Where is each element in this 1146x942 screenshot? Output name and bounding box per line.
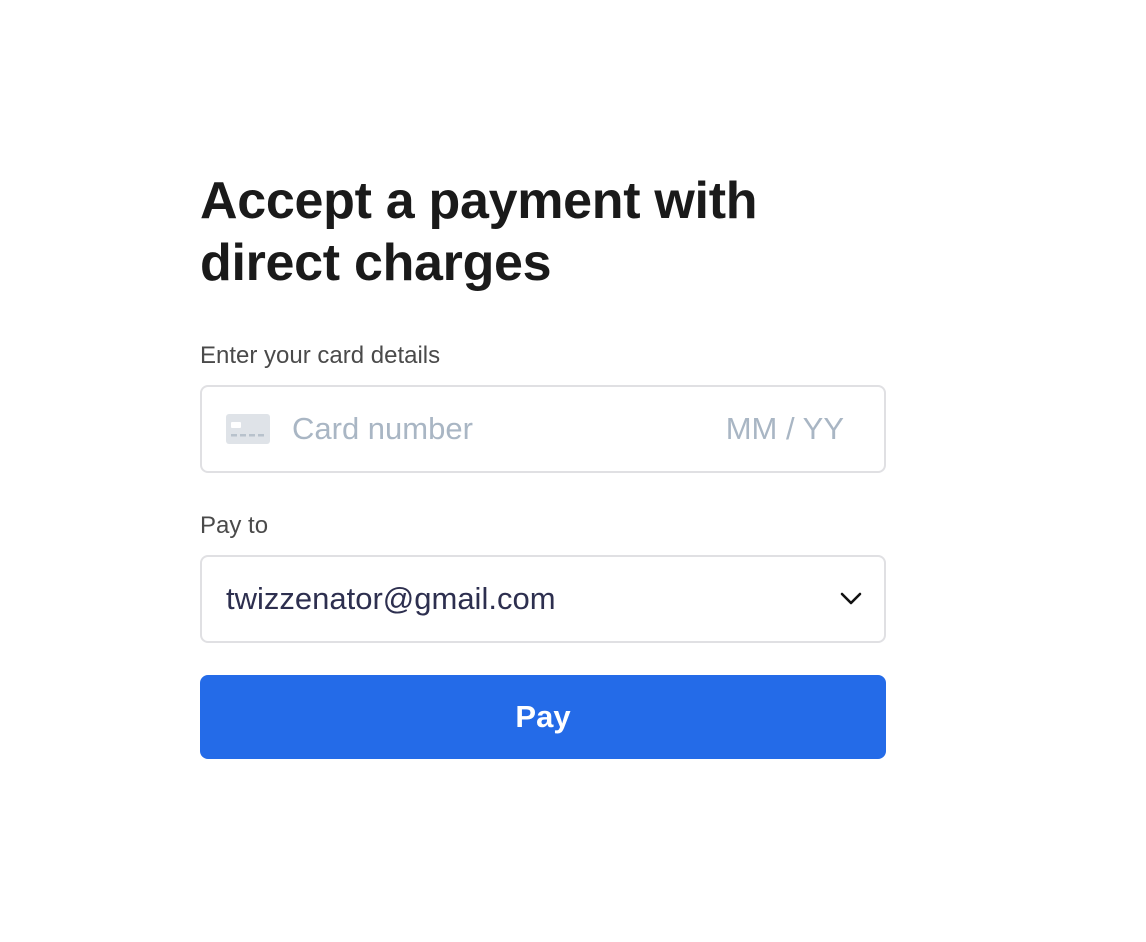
pay-to-label: Pay to <box>200 512 269 539</box>
credit-card-icon <box>226 414 270 444</box>
card-element[interactable] <box>200 385 886 473</box>
pay-to-selected-value: twizzenator@gmail.com <box>226 581 556 616</box>
pay-button[interactable]: Pay <box>200 675 886 759</box>
card-expiry-input[interactable] <box>714 411 844 447</box>
payment-form: Accept a payment with direct charges Ent… <box>200 170 886 759</box>
chevron-down-icon <box>840 592 862 605</box>
card-details-label: Enter your card details <box>200 342 441 369</box>
page-title: Accept a payment with direct charges <box>200 172 758 292</box>
card-number-input[interactable] <box>292 411 714 447</box>
pay-to-select[interactable]: twizzenator@gmail.com <box>200 555 886 643</box>
